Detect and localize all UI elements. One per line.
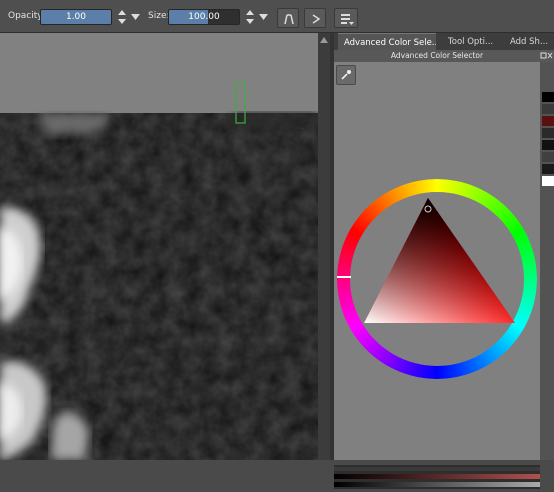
history-swatch[interactable] [542,116,554,126]
hsv-wheel[interactable] [334,171,540,386]
size-value: 100.00 [188,12,220,22]
history-swatch[interactable] [542,104,554,114]
tab-tool-options[interactable]: Tool Opti... [442,33,500,50]
panel-title: Advanced Color Selector [334,50,540,62]
docker-panel: Advanced Color Sele... Tool Opti... Add … [334,33,554,489]
canvas[interactable] [0,33,318,460]
panel-controls [540,50,554,62]
color-bars[interactable] [334,465,540,489]
tool-options-bar: Opacity: 1.00 Size: 100.00 [0,0,554,33]
workspace-button[interactable] [334,8,358,28]
mirror-icon [312,14,321,24]
opacity-value: 1.00 [65,12,87,22]
history-swatch[interactable] [542,92,554,102]
opacity-spinner[interactable] [117,9,127,25]
opacity-slider[interactable]: 1.00 [40,9,112,25]
canvas-image [0,33,318,460]
wrap-around-icon [284,14,294,25]
float-close-icon[interactable] [540,50,554,62]
opacity-dropdown-icon[interactable] [131,14,140,20]
advanced-color-selector [334,62,540,489]
history-swatch[interactable] [542,128,554,138]
size-spinner[interactable] [245,9,255,25]
wrap-around-button[interactable] [277,8,299,28]
canvas-vertical-scrollbar[interactable] [318,33,330,460]
workspace-icon [341,14,354,25]
history-swatch[interactable] [542,164,554,174]
color-history [540,62,554,460]
scroll-up-icon[interactable] [320,37,328,43]
color-picker-icon [341,70,351,80]
history-swatch[interactable] [542,140,554,150]
history-swatch[interactable] [542,176,554,186]
docker-tab-bar: Advanced Color Sele... Tool Opti... Add … [334,33,554,50]
size-label: Size: [148,11,170,21]
mirror-button[interactable] [304,8,326,28]
size-dropdown-icon[interactable] [259,14,268,20]
tab-add-shape[interactable]: Add Sh... [504,33,554,50]
tab-advanced-color-selector[interactable]: Advanced Color Sele... [338,33,436,50]
color-picker-button[interactable] [336,65,356,85]
size-slider[interactable]: 100.00 [168,9,240,25]
history-swatch[interactable] [542,152,554,162]
